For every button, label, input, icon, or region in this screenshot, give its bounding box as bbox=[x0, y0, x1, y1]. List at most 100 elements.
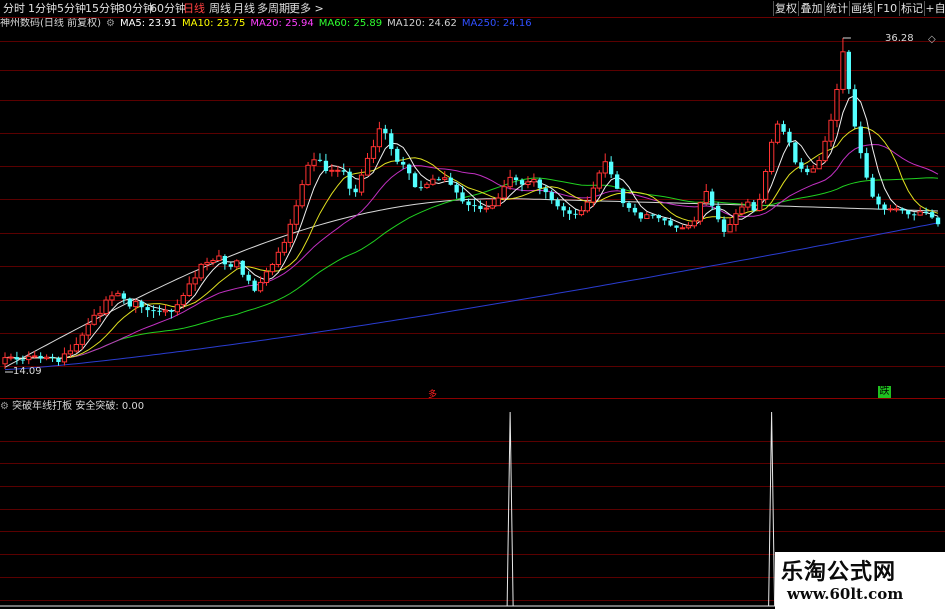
candle-body bbox=[198, 263, 204, 279]
candle-body bbox=[192, 277, 198, 285]
candle-body bbox=[169, 310, 174, 312]
high-price-label: 36.28 bbox=[885, 33, 914, 44]
candle-body bbox=[424, 183, 430, 189]
candle-body bbox=[263, 271, 270, 283]
candle-body bbox=[507, 176, 513, 188]
candle-body bbox=[858, 126, 863, 154]
candle-body bbox=[929, 212, 935, 218]
candle-body bbox=[412, 173, 418, 188]
candle-body bbox=[650, 214, 655, 216]
ma5-line bbox=[4, 94, 939, 360]
candle-body bbox=[626, 203, 632, 208]
candle-body bbox=[370, 146, 377, 159]
candle-body bbox=[115, 292, 121, 297]
candle-body bbox=[222, 256, 227, 265]
candle-body bbox=[305, 164, 311, 186]
candle-body bbox=[246, 274, 251, 281]
candle-body bbox=[67, 350, 73, 355]
candle-body bbox=[210, 260, 216, 263]
candle-body bbox=[852, 89, 857, 127]
candle-body bbox=[358, 174, 365, 193]
candle-body bbox=[281, 241, 288, 253]
candle-body bbox=[8, 356, 14, 359]
candle-body bbox=[900, 208, 905, 211]
ma10-line bbox=[4, 126, 939, 360]
candle-body bbox=[216, 255, 222, 261]
candle-body bbox=[151, 310, 156, 312]
candle-body bbox=[418, 187, 424, 189]
candle-body bbox=[293, 205, 299, 225]
candle-body bbox=[228, 264, 233, 267]
candle-body bbox=[799, 162, 804, 169]
candle-body bbox=[567, 210, 572, 214]
candle-body bbox=[816, 160, 822, 170]
candle-body bbox=[615, 174, 620, 189]
candle-body bbox=[710, 191, 715, 206]
candle-body bbox=[561, 206, 566, 211]
candle-body bbox=[335, 169, 341, 172]
candle-body bbox=[513, 177, 519, 181]
candle-body bbox=[745, 201, 751, 208]
candle-body bbox=[103, 299, 109, 315]
candle-body bbox=[805, 168, 810, 173]
candle-body bbox=[495, 197, 501, 207]
candle-body bbox=[186, 283, 192, 296]
candle-body bbox=[234, 260, 240, 268]
candle-body bbox=[483, 207, 490, 210]
candle-body bbox=[376, 128, 383, 148]
candle-body bbox=[401, 161, 406, 165]
candle-body bbox=[383, 128, 388, 134]
candle-body bbox=[257, 281, 264, 292]
candle-body bbox=[864, 153, 869, 178]
candle-body bbox=[20, 359, 25, 361]
candle-body bbox=[656, 215, 661, 219]
candle-body bbox=[341, 170, 346, 172]
candle-body bbox=[555, 200, 560, 207]
candle-body bbox=[828, 119, 834, 142]
candle-body bbox=[139, 301, 144, 308]
candle-body bbox=[442, 177, 448, 180]
candle-body bbox=[525, 181, 531, 185]
candle-body bbox=[26, 355, 32, 361]
candle-body bbox=[157, 310, 162, 312]
candle-body bbox=[906, 210, 911, 215]
candle-body bbox=[61, 353, 68, 363]
candle-body bbox=[537, 179, 542, 189]
candle-body bbox=[162, 309, 169, 313]
candle-body bbox=[679, 227, 686, 230]
candle-body bbox=[662, 218, 667, 221]
candle-body bbox=[133, 301, 139, 308]
ma250-line bbox=[4, 222, 939, 371]
candle-body bbox=[466, 201, 471, 206]
candle-body bbox=[2, 357, 8, 365]
candle-body bbox=[578, 210, 585, 216]
candle-body bbox=[917, 211, 923, 216]
candle-body bbox=[489, 205, 496, 209]
candle-body bbox=[787, 131, 792, 143]
candle-body bbox=[454, 184, 459, 193]
candle-body bbox=[810, 168, 816, 173]
candle-body bbox=[674, 225, 679, 228]
candle-body bbox=[389, 133, 394, 149]
buy-marker: 多 bbox=[428, 390, 438, 400]
candle-body bbox=[174, 304, 180, 313]
candle-body bbox=[347, 171, 352, 189]
ma120-line bbox=[4, 198, 939, 368]
candle-body bbox=[79, 334, 85, 345]
candle-body bbox=[323, 160, 329, 171]
candle-body bbox=[311, 159, 317, 166]
candle-body bbox=[822, 140, 828, 162]
candle-body bbox=[460, 192, 465, 202]
candle-body bbox=[478, 205, 483, 209]
candle-body bbox=[721, 219, 727, 232]
watermark-title: 乐淘公式网 bbox=[781, 559, 897, 585]
candle-body bbox=[590, 187, 597, 203]
kline-chart[interactable] bbox=[0, 0, 945, 609]
candle-body bbox=[395, 148, 400, 162]
candle-body bbox=[269, 264, 276, 273]
candle-body bbox=[91, 314, 97, 325]
candle-body bbox=[364, 157, 371, 176]
candle-body bbox=[121, 293, 126, 299]
candle-body bbox=[882, 204, 887, 210]
candle-body bbox=[781, 124, 786, 132]
